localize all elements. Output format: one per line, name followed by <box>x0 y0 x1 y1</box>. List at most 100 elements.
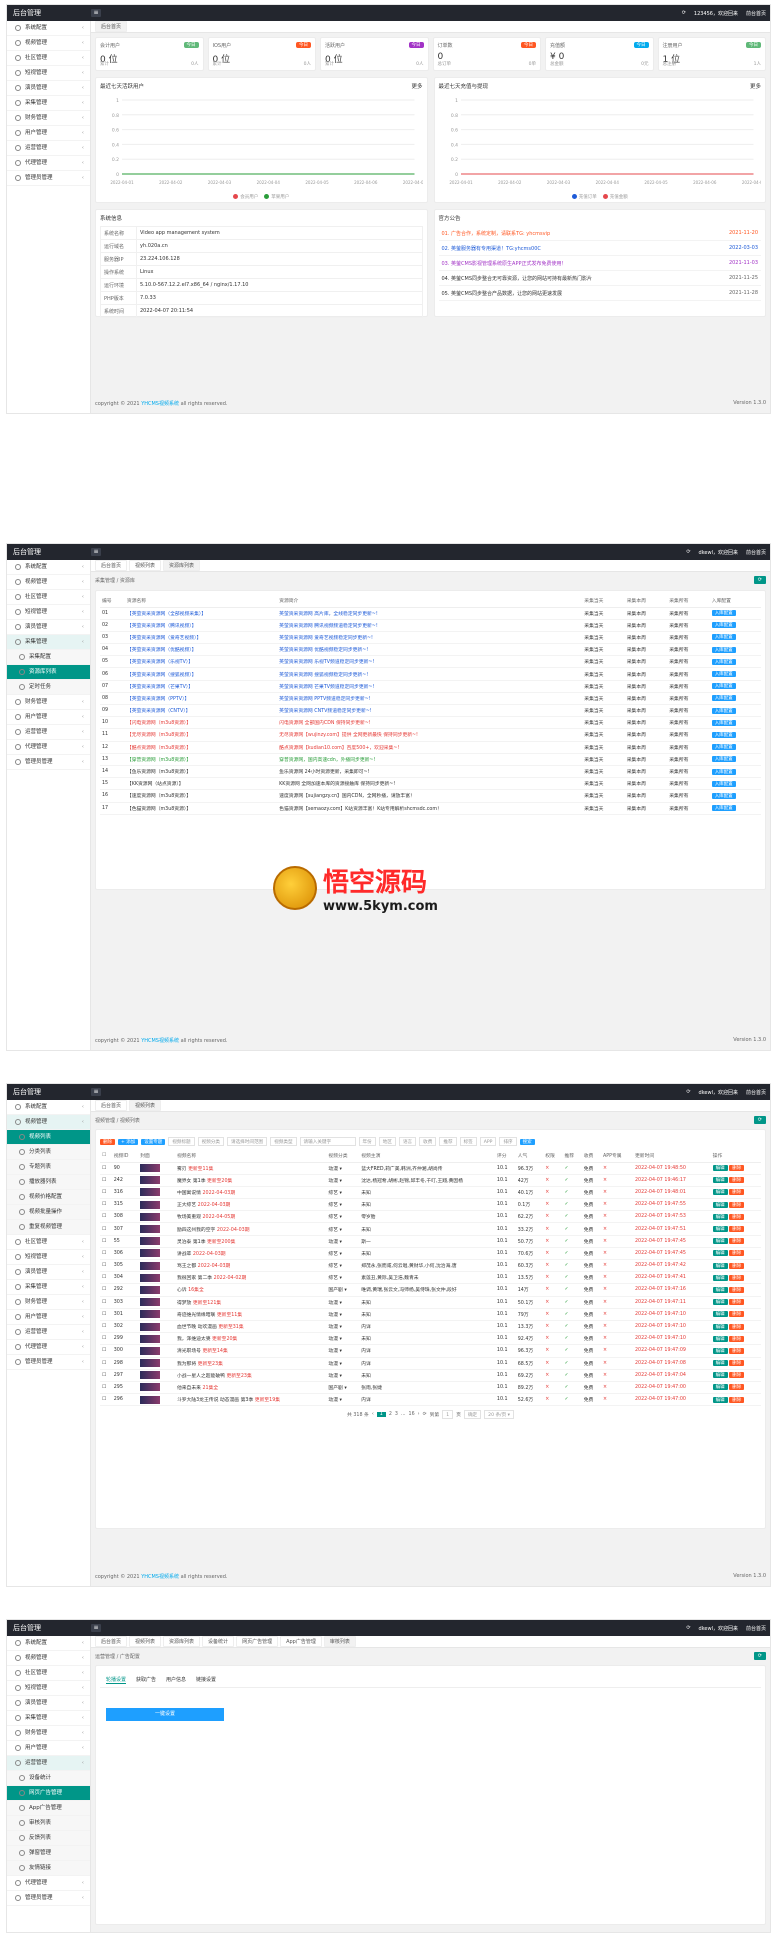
permission-cross-icon[interactable]: × <box>543 1174 563 1187</box>
collect-all-link[interactable]: 采集所有 <box>667 667 710 681</box>
permission-cross-icon[interactable]: × <box>543 1198 563 1212</box>
recommend-check-icon[interactable]: ✓ <box>562 1369 582 1382</box>
app-exclusive-cross-icon[interactable]: × <box>600 1186 633 1200</box>
row-checkbox[interactable]: ☐ <box>100 1308 112 1321</box>
video-category-select[interactable]: 综艺 ▾ <box>326 1210 360 1224</box>
edit-button[interactable]: 编辑 <box>712 1384 728 1391</box>
user-menu[interactable]: dkewl，欢迎回来 <box>699 1089 738 1096</box>
user-menu[interactable]: dkewl，欢迎回来 <box>699 549 738 556</box>
app-exclusive-cross-icon[interactable]: × <box>600 1210 633 1224</box>
collect-week-link[interactable]: 采集本周 <box>624 655 668 669</box>
import-config-button[interactable]: 入库配置 <box>711 744 736 751</box>
sidebar-item[interactable]: 播放器列表 <box>7 1175 90 1190</box>
pager-page[interactable]: 3 <box>395 1412 398 1417</box>
one-click-set-button[interactable]: 一键设置 <box>106 1708 224 1721</box>
sidebar-item[interactable]: 定时任务 <box>7 680 90 695</box>
sidebar-item[interactable]: 短视管理 ‹ <box>7 1681 90 1696</box>
sidebar-item[interactable]: 采集管理 ‹ <box>7 1711 90 1726</box>
select-all-checkbox[interactable]: ☐ <box>100 1150 112 1163</box>
video-category-select[interactable]: 综艺 ▾ <box>326 1198 360 1212</box>
resource-name[interactable]: 【速度资源网（m3u8资源）】 <box>124 789 278 803</box>
resource-name[interactable]: 【英萤资采资源网（CNTV）】 <box>124 704 278 718</box>
collect-all-link[interactable]: 采集所有 <box>667 789 710 803</box>
sidebar-item[interactable]: 社区管理 ‹ <box>7 1235 90 1250</box>
video-category-select[interactable]: 动漫 ▾ <box>326 1344 360 1358</box>
sidebar-item[interactable]: 弹窗管理 <box>7 1846 90 1861</box>
sidebar-item[interactable]: 财务管理 ‹ <box>7 695 90 710</box>
sidebar-item[interactable]: 用户管理 ‹ <box>7 710 90 725</box>
edit-button[interactable]: 编辑 <box>712 1335 728 1342</box>
permission-cross-icon[interactable]: × <box>543 1332 563 1346</box>
resource-name[interactable]: 【英萤资采资源网（爱奇艺视频）】 <box>124 631 278 645</box>
tab-0[interactable]: 后台首页 <box>95 1100 128 1111</box>
recommend-check-icon[interactable]: ✓ <box>562 1271 582 1285</box>
collect-today-link[interactable]: 采集当天 <box>582 692 625 706</box>
sidebar-item[interactable]: 审核列表 <box>7 1816 90 1831</box>
recommend-check-icon[interactable]: ✓ <box>562 1235 582 1248</box>
edit-button[interactable]: 编辑 <box>712 1250 728 1257</box>
menu-toggle-icon[interactable]: ≡ <box>91 1088 101 1096</box>
sidebar-item[interactable]: 反馈列表 <box>7 1831 90 1846</box>
user-menu[interactable]: 123456，欢迎回来 <box>694 10 738 17</box>
sidebar-item[interactable]: App广告管理 <box>7 1801 90 1816</box>
sidebar-item[interactable]: 视频管理 ‹ <box>7 1651 90 1666</box>
edit-button[interactable]: 编辑 <box>712 1323 728 1330</box>
filter-input[interactable]: 标签 <box>459 1137 477 1146</box>
delete-button[interactable]: 删除 <box>729 1165 745 1172</box>
app-exclusive-cross-icon[interactable]: × <box>600 1259 633 1273</box>
set-topic-button[interactable]: 设置专题 <box>141 1138 166 1145</box>
app-exclusive-cross-icon[interactable]: × <box>600 1235 633 1248</box>
import-config-button[interactable]: 入库配置 <box>711 610 736 617</box>
edit-button[interactable]: 编辑 <box>712 1286 728 1293</box>
resource-name[interactable]: 【鱼乐资源网（m3u8资源）】 <box>124 765 278 779</box>
pager-page[interactable]: ... <box>401 1412 406 1417</box>
pager-page[interactable]: 2 <box>389 1412 392 1417</box>
video-name[interactable]: 血世节晚 动欢漫画 更新至31集 <box>174 1320 327 1334</box>
delete-button[interactable]: 删除 <box>729 1396 745 1403</box>
recommend-check-icon[interactable]: ✓ <box>562 1210 582 1224</box>
collect-today-link[interactable]: 采集当天 <box>582 716 625 730</box>
delete-button[interactable]: 删除 <box>729 1335 745 1342</box>
collect-all-link[interactable]: 采集所有 <box>667 655 710 669</box>
resource-name[interactable]: 【英萤资采资源网（乐视TV）】 <box>124 655 278 669</box>
filter-input[interactable]: 视频分类 <box>197 1137 224 1146</box>
collect-all-link[interactable]: 采集所有 <box>667 680 710 693</box>
filter-input[interactable]: 请输入关键字 <box>299 1137 356 1146</box>
row-checkbox[interactable]: ☐ <box>100 1247 112 1261</box>
delete-button[interactable]: 删除 <box>729 1274 745 1281</box>
permission-cross-icon[interactable]: × <box>543 1271 563 1285</box>
collect-week-link[interactable]: 采集本周 <box>624 607 668 620</box>
collect-all-link[interactable]: 采集所有 <box>667 704 710 718</box>
import-config-button[interactable]: 入库配置 <box>711 780 736 787</box>
filter-input[interactable]: 推荐 <box>439 1137 457 1146</box>
sidebar-item[interactable]: 系统配置 ‹ <box>7 21 90 36</box>
sidebar-item[interactable]: 短视管理 ‹ <box>7 605 90 620</box>
tab-1[interactable]: 视频列表 <box>129 1100 162 1111</box>
row-checkbox[interactable]: ☐ <box>100 1162 112 1175</box>
video-category-select[interactable]: 综艺 ▾ <box>326 1247 360 1261</box>
recommend-check-icon[interactable]: ✓ <box>562 1186 582 1200</box>
row-checkbox[interactable]: ☐ <box>100 1332 112 1346</box>
resource-name[interactable]: 【酷点资源网（m3u8资源）】 <box>124 741 278 754</box>
import-config-button[interactable]: 入库配置 <box>711 805 736 812</box>
collect-all-link[interactable]: 采集所有 <box>667 728 710 742</box>
collect-today-link[interactable]: 采集当天 <box>582 619 625 632</box>
recommend-check-icon[interactable]: ✓ <box>562 1393 582 1407</box>
sidebar-item[interactable]: 运营管理 ‹ <box>7 725 90 740</box>
collect-week-link[interactable]: 采集本周 <box>624 802 668 815</box>
permission-cross-icon[interactable]: × <box>543 1162 563 1175</box>
collect-today-link[interactable]: 采集当天 <box>582 680 625 693</box>
import-config-button[interactable]: 入库配置 <box>711 646 736 653</box>
video-name[interactable]: 正大综艺 2022-04-03期 <box>174 1198 327 1212</box>
row-checkbox[interactable]: ☐ <box>100 1344 112 1358</box>
video-category-select[interactable]: 综艺 ▾ <box>326 1222 360 1236</box>
filter-input[interactable]: 语言 <box>398 1137 417 1146</box>
notice-item[interactable]: 03. 英萤CMS影视管理系统原生APP正式发布免费使用！ 2021-11-03 <box>438 256 761 271</box>
front-home-link[interactable]: 前台首页 <box>746 549 766 556</box>
collect-today-link[interactable]: 采集当天 <box>582 704 625 718</box>
sidebar-item[interactable]: 用户管理 ‹ <box>7 126 90 141</box>
sidebar-item[interactable]: 演员管理 ‹ <box>7 81 90 96</box>
copyright-link[interactable]: YHCMS视频系统 <box>141 1038 179 1044</box>
filter-input[interactable]: 收费 <box>419 1137 437 1146</box>
tab-home[interactable]: 后台首页 <box>95 21 128 32</box>
